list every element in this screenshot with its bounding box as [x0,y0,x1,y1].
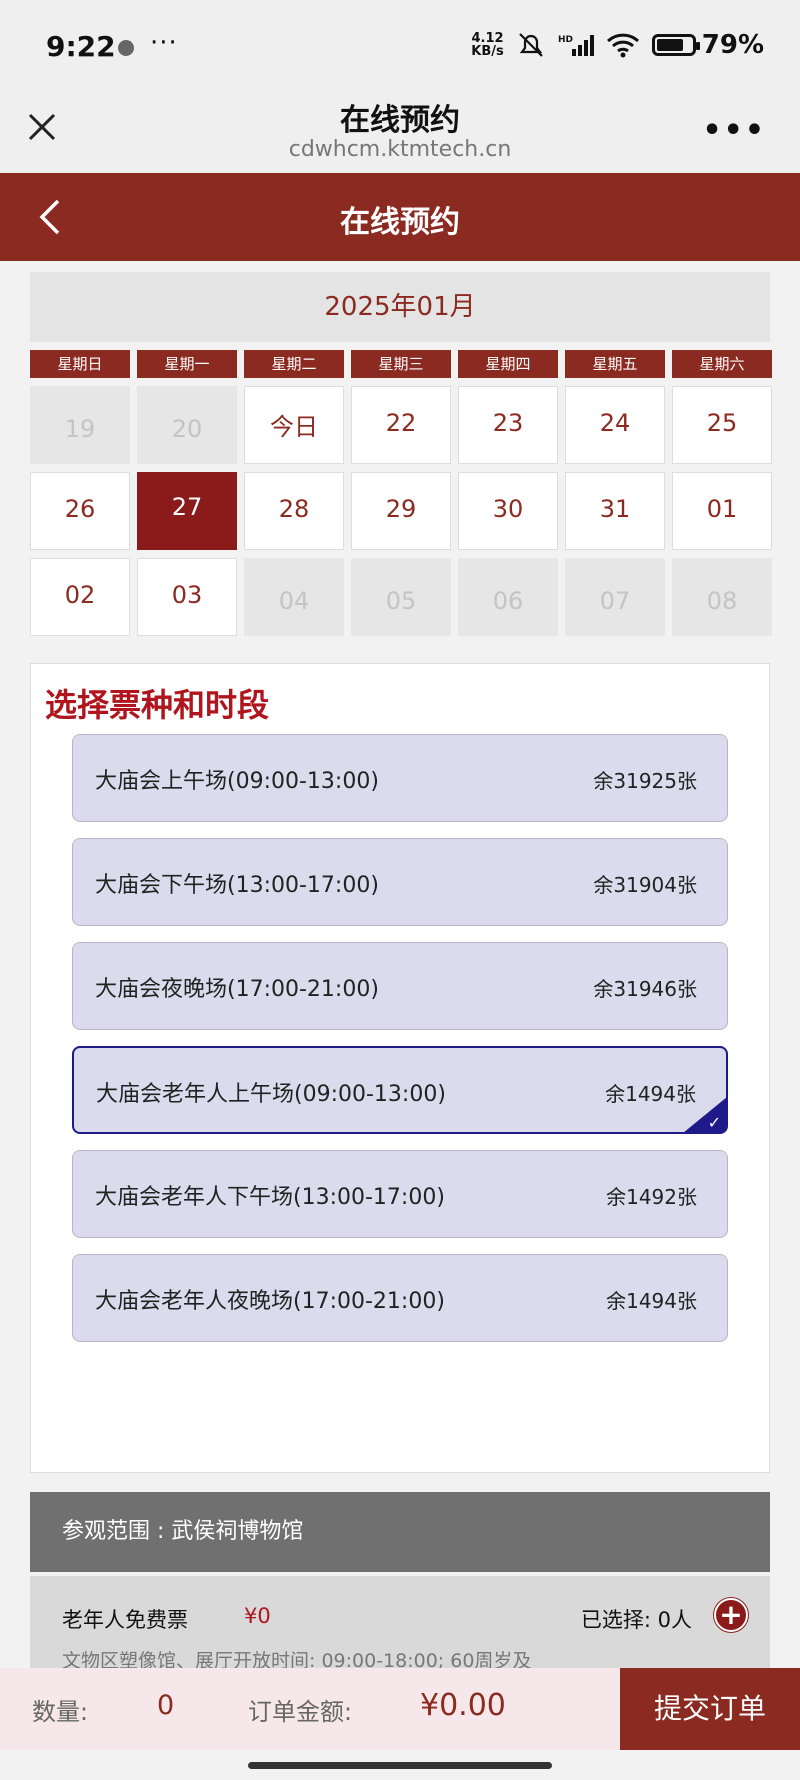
weekday-header: 星期一 [137,350,237,378]
ticket-option-remaining: 余31904张 [593,873,697,897]
ticket-option[interactable]: 大庙会老年人下午场(13:00-17:00) 余1492张 [72,1150,728,1238]
weekday-header: 星期三 [351,350,451,378]
browser-url: cdwhcm.ktmtech.cn [288,137,512,162]
status-time: 9:22 [46,30,116,63]
ticket-option[interactable]: 大庙会上午场(09:00-13:00) 余31925张 [72,734,728,822]
battery-percent: 79% [701,30,764,60]
check-icon: ✓ [683,1097,727,1133]
calendar-day-selected[interactable]: 27 [137,472,237,550]
calendar-day[interactable]: 31 [565,472,665,550]
calendar-weekdays: 星期日 星期一 星期二 星期三 星期四 星期五 星期六 [30,350,772,378]
ticket-option[interactable]: 大庙会老年人夜晚场(17:00-21:00) 余1494张 [72,1254,728,1342]
quantity-value: 0 [157,1690,175,1721]
calendar-day[interactable]: 22 [351,386,451,464]
calendar-day: 06 [458,558,558,636]
calendar-day[interactable]: 03 [137,558,237,636]
calendar-day[interactable]: 01 [672,472,772,550]
ticket-type-name: 老年人免费票 [62,1608,188,1632]
ticket-option-name: 大庙会上午场(09:00-13:00) [95,769,379,794]
browser-title: 在线预约 [340,103,460,138]
signal-icon: HD [558,35,594,56]
calendar-day: 07 [565,558,665,636]
calendar-day: 05 [351,558,451,636]
weekday-header: 星期日 [30,350,130,378]
ticket-option[interactable]: 大庙会夜晚场(17:00-21:00) 余31946张 [72,942,728,1030]
calendar-day-today[interactable]: 今日 [244,386,344,464]
quantity-label: 数量: [32,1698,89,1726]
page-title: 在线预约 [340,205,460,240]
calendar-month: 2025年01月 [30,272,770,342]
calendar-day: 04 [244,558,344,636]
home-indicator[interactable] [248,1762,552,1769]
weekday-header: 星期五 [565,350,665,378]
amount-value: ¥0.00 [420,1688,506,1723]
status-more-icon: ··· [150,28,178,58]
calendar-day[interactable]: 30 [458,472,558,550]
ticket-option-remaining: 余1492张 [606,1185,697,1209]
ticket-type-price: ¥0 [244,1604,271,1628]
calendar-day: 08 [672,558,772,636]
calendar-day[interactable]: 28 [244,472,344,550]
ticket-option-name: 大庙会老年人下午场(13:00-17:00) [95,1185,445,1210]
ticket-option-name: 大庙会老年人上午场(09:00-13:00) [96,1082,446,1107]
wifi-icon [606,33,639,58]
ticket-option[interactable]: 大庙会老年人上午场(09:00-13:00) 余1494张 ✓ [72,1046,728,1134]
ticket-option-remaining: 余31925张 [593,769,697,793]
battery-icon [651,34,700,56]
bottom-bar: 数量: 0 订单金额: ¥0.00 提交订单 [0,1668,800,1750]
add-ticket-icon[interactable]: + [714,1598,748,1632]
calendar-day[interactable]: 26 [30,472,130,550]
calendar-day: 20 [137,386,237,464]
calendar-grid: 19 20 今日 22 23 24 25 26 27 28 29 30 31 01 02 03 04 05 06 07… [30,386,772,636]
calendar-day[interactable]: 23 [458,386,558,464]
calendar-day[interactable]: 24 [565,386,665,464]
amount-label: 订单金额: [248,1698,353,1726]
notification-icon [118,40,134,56]
ticket-section: 选择票种和时段 大庙会上午场(09:00-13:00) 余31925张大庙会下午场… [30,663,770,1473]
visit-scope: 参观范围 : 武侯祠博物馆 [30,1492,770,1572]
calendar-day[interactable]: 02 [30,558,130,636]
svg-text:HD: HD [558,35,573,45]
battery-indicator: 79% [651,30,764,60]
app-header: 在线预约 [0,173,800,261]
ticket-option[interactable]: 大庙会下午场(13:00-17:00) 余31904张 [72,838,728,926]
calendar-day[interactable]: 29 [351,472,451,550]
browser-header: 在线预约 cdwhcm.ktmtech.cn ••• [0,95,800,173]
ticket-heading: 选择票种和时段 [45,686,270,724]
status-bar: 9:22 ··· 4.12 KB/s HD 79% [0,0,800,95]
calendar-day[interactable]: 25 [672,386,772,464]
net-speed: 4.12 KB/s [471,32,503,58]
weekday-header: 星期六 [672,350,772,378]
ticket-option-name: 大庙会夜晚场(17:00-21:00) [95,977,379,1002]
net-speed-unit: KB/s [471,44,504,59]
submit-order-button[interactable]: 提交订单 [620,1668,800,1750]
weekday-header: 星期四 [458,350,558,378]
mute-icon [518,33,543,57]
ticket-option-remaining: 余1494张 [606,1289,697,1313]
ticket-option-remaining: 余31946张 [593,977,697,1001]
calendar-day: 19 [30,386,130,464]
weekday-header: 星期二 [244,350,344,378]
ticket-selected-count: 已选择: 0人 [580,1608,692,1632]
more-menu-icon[interactable]: ••• [702,113,766,148]
status-right: 4.12 KB/s HD 79% [471,30,764,60]
ticket-option-name: 大庙会下午场(13:00-17:00) [95,873,379,898]
ticket-option-name: 大庙会老年人夜晚场(17:00-21:00) [95,1289,445,1314]
